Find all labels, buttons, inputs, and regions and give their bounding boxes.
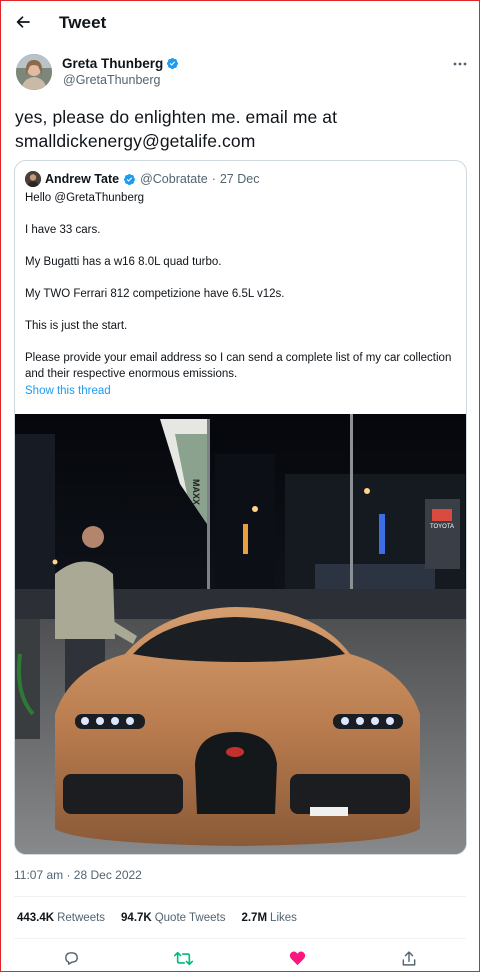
quotes-label: Quote Tweets	[154, 912, 226, 924]
reply-icon	[64, 951, 78, 965]
quoted-paragraph: Hello @GretaThunberg	[25, 192, 145, 204]
tweet-timestamp[interactable]: 11:07 am · 28 Dec 2022	[14, 868, 142, 882]
like-button[interactable]	[286, 947, 308, 969]
reply-button[interactable]	[60, 947, 82, 969]
share-icon	[402, 950, 416, 966]
verified-badge-icon	[167, 57, 179, 70]
likes-label: Likes	[270, 912, 297, 924]
author-name-text: Greta Thunberg	[62, 56, 164, 71]
retweet-icon	[173, 951, 193, 965]
retweets-count: 443.4K	[17, 912, 55, 924]
tweet-stats: 443.4K Retweets 94.7K Quote Tweets 2.7M Lik…	[17, 912, 297, 924]
quoted-paragraph: This is just the start.	[25, 320, 128, 332]
quoted-author-handle[interactable]: @Cobratate	[140, 172, 208, 186]
back-button[interactable]	[12, 11, 34, 33]
quoted-date[interactable]: 27 Dec	[220, 172, 260, 186]
quoted-paragraph: Please provide your email address so I c…	[25, 352, 452, 380]
quoted-avatar[interactable]	[25, 171, 41, 187]
quoted-tweet[interactable]: Andrew Tate @Cobratate · 27 Dec Hello @G…	[14, 160, 467, 855]
author-name[interactable]: Greta Thunberg	[62, 56, 179, 71]
retweets-stat[interactable]: 443.4K Retweets	[17, 912, 105, 924]
likes-count: 2.7M	[241, 912, 268, 924]
quoted-tweet-header: Andrew Tate @Cobratate · 27 Dec	[25, 170, 259, 188]
quoted-paragraph: I have 33 cars.	[25, 224, 101, 236]
divider	[14, 896, 466, 897]
divider	[14, 938, 466, 939]
share-button[interactable]	[398, 947, 420, 969]
quoted-paragraph: My TWO Ferrari 812 competizione have 6.5…	[25, 288, 285, 300]
like-icon	[289, 951, 305, 966]
retweets-label: Retweets	[57, 912, 106, 924]
quotes-stat[interactable]: 94.7K Quote Tweets	[121, 912, 225, 924]
author-handle[interactable]: @GretaThunberg	[63, 73, 160, 87]
page-title: Tweet	[59, 13, 107, 32]
likes-stat[interactable]: 2.7M Likes	[241, 912, 296, 924]
more-icon	[453, 62, 467, 66]
top-bar: Tweet	[0, 0, 478, 46]
tweet-author: Greta Thunberg @GretaThunberg	[16, 54, 467, 94]
quotes-count: 94.7K	[121, 912, 152, 924]
avatar[interactable]	[16, 54, 52, 90]
show-thread-link[interactable]: Show this thread	[25, 385, 111, 397]
verified-badge-icon	[124, 173, 136, 185]
quoted-photo[interactable]: TOYOTA MAXX	[15, 414, 466, 855]
flag-sign: MAXX	[191, 479, 201, 505]
retweet-button[interactable]	[172, 947, 194, 969]
quoted-paragraph: My Bugatti has a w16 8.0L quad turbo.	[25, 256, 222, 268]
more-button[interactable]	[453, 57, 467, 71]
tweet-text: yes, please do enlighten me. email me at…	[15, 105, 465, 153]
quoted-separator: ·	[211, 172, 216, 186]
back-arrow-icon	[16, 16, 30, 28]
quoted-author-name[interactable]: Andrew Tate	[45, 172, 119, 186]
station-sign: TOYOTA	[430, 524, 454, 530]
tweet-text-line-1: yes, please do enlighten me. email me at	[15, 107, 338, 127]
tweet-actions	[0, 947, 478, 969]
tweet-text-line-2: smalldickenergy@getalife.com	[15, 131, 256, 151]
quoted-tweet-body: Hello @GretaThunberg I have 33 cars. My …	[25, 190, 455, 386]
